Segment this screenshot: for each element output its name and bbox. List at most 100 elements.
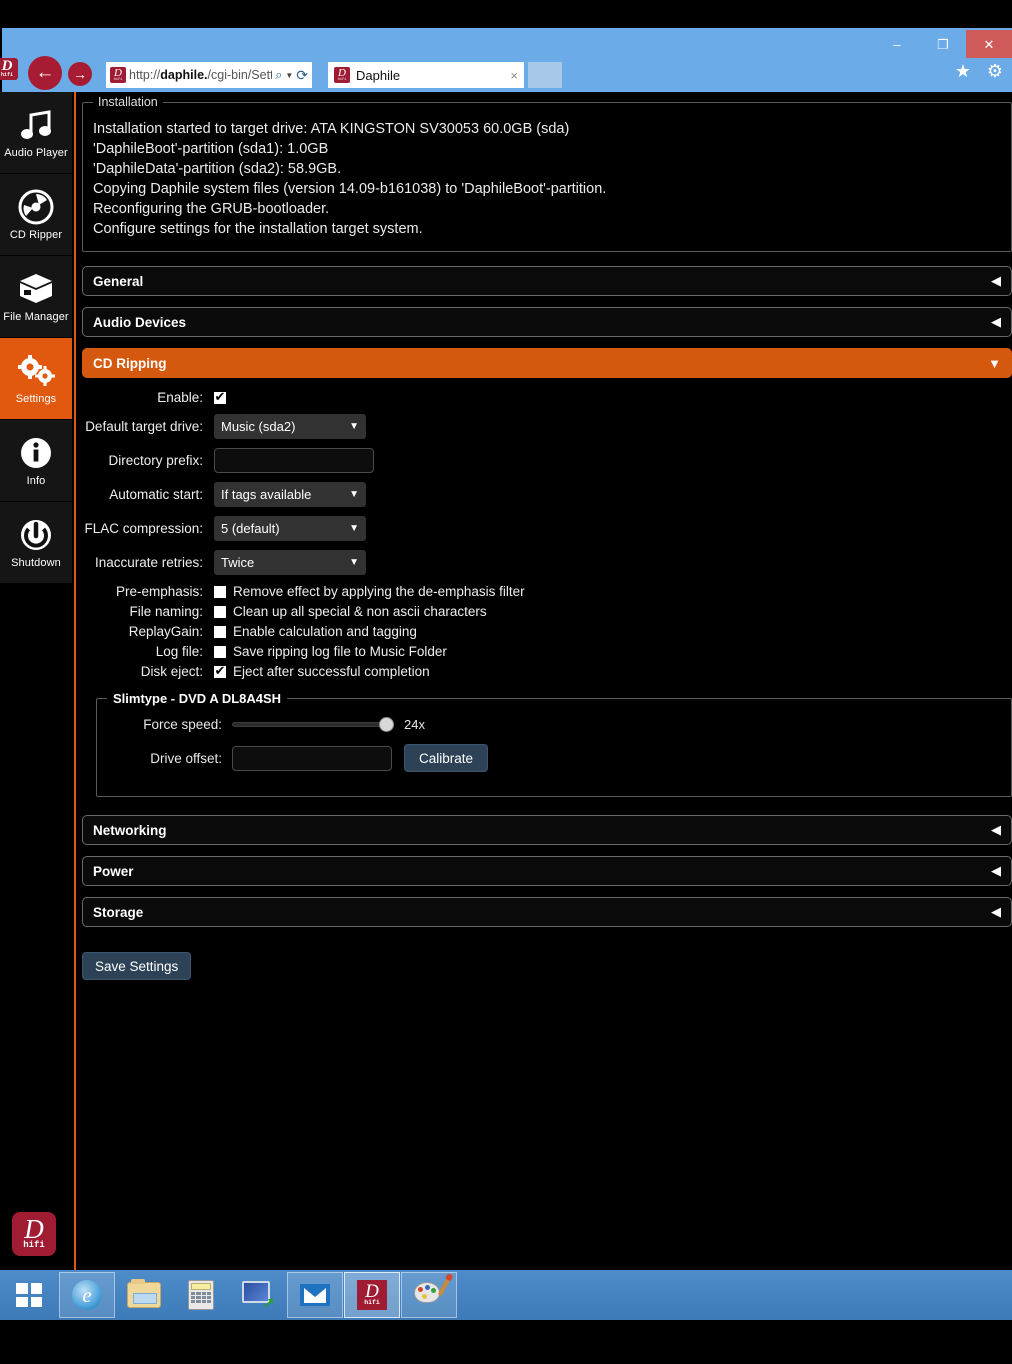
sidebar-item-info[interactable]: Info [0, 420, 72, 502]
installation-panel: Installation Installation started to tar… [82, 95, 1012, 252]
sidebar-item-label: Audio Player [4, 147, 68, 159]
sidebar-item-shutdown[interactable]: Shutdown [0, 502, 72, 584]
desktop-background [0, 1320, 1012, 1364]
replaygain-checkbox[interactable] [214, 625, 226, 638]
installation-line: Reconfiguring the GRUB-bootloader. [93, 201, 330, 217]
taskbar-internet-explorer[interactable]: e [59, 1272, 115, 1318]
restore-button[interactable]: ❐ [920, 30, 966, 58]
new-tab-button[interactable] [528, 62, 562, 88]
internet-explorer-icon: e [72, 1280, 102, 1310]
brand-letter: D [24, 1213, 44, 1244]
installation-line: 'DaphileBoot'-partition (sda1): 1.0GB [93, 141, 329, 157]
calibrate-button[interactable]: Calibrate [404, 744, 489, 772]
field-row-directory-prefix: Directory prefix: [82, 448, 1012, 473]
search-icon[interactable]: ⌕ [275, 67, 282, 83]
forward-arrow-icon: → [73, 66, 87, 82]
field-label: Log file: [155, 644, 203, 659]
inaccurate-retries-select[interactable]: Twice ▼ [214, 550, 366, 575]
force-speed-slider[interactable] [232, 714, 394, 734]
section-title: Networking [93, 822, 167, 838]
section-header-general[interactable]: General ◀ [82, 266, 1012, 296]
log-file-checkbox[interactable] [214, 645, 226, 658]
brand-sub: hifi [23, 1239, 45, 1250]
taskbar-daphile[interactable]: D hifi [344, 1272, 400, 1318]
disk-eject-checkbox[interactable] [214, 663, 226, 678]
close-button[interactable]: ✕ [966, 30, 1012, 58]
directory-prefix-input[interactable] [214, 448, 374, 473]
sidebar-item-label: Info [26, 475, 46, 487]
section-title: Storage [93, 904, 144, 920]
flac-compression-select[interactable]: 5 (default) ▼ [214, 516, 366, 541]
sidebar-accent-rule [74, 92, 76, 1270]
remote-desktop-icon: ➚ [242, 1281, 275, 1310]
mail-icon [300, 1284, 330, 1306]
calculator-icon [188, 1280, 214, 1310]
file-naming-checkbox[interactable] [214, 605, 226, 618]
sidebar-item-audio-player[interactable]: Audio Player [0, 92, 72, 174]
enable-checkbox[interactable] [214, 389, 226, 404]
box-icon [17, 270, 55, 308]
taskbar-file-explorer[interactable] [116, 1272, 172, 1318]
settings-page: Installation Installation started to tar… [82, 92, 1012, 1270]
chevron-down-icon[interactable]: ▼ [285, 71, 293, 80]
taskbar-remote-desktop[interactable]: ➚ [230, 1272, 286, 1318]
windows-logo-icon [16, 1283, 42, 1307]
section-header-storage[interactable]: Storage ◀ [82, 897, 1012, 927]
default-target-drive-select[interactable]: Music (sda2) ▼ [214, 414, 366, 439]
sidebar-item-cd-ripper[interactable]: CD Ripper [0, 174, 72, 256]
minimize-button[interactable]: – [874, 30, 920, 58]
section-title: Power [93, 863, 134, 879]
slider-track[interactable] [232, 721, 392, 727]
drive-offset-input[interactable] [232, 745, 392, 771]
checkbox-row-pre-emphasis: Pre-emphasis: Remove effect by applying … [82, 584, 1012, 599]
chevron-down-icon: ▼ [349, 489, 359, 500]
address-bar[interactable]: D hifi http://daphile./cgi-bin/Sett ⌕ ▼ … [106, 62, 312, 88]
sidebar-item-settings[interactable]: Settings [0, 338, 72, 420]
pre-emphasis-checkbox[interactable] [214, 585, 226, 598]
gear-icon[interactable]: ⚙ [984, 60, 1006, 82]
field-row-automatic-start: Automatic start: If tags available ▼ [82, 482, 1012, 507]
refresh-icon[interactable]: ⟳ [296, 67, 308, 84]
select-value: 5 (default) [221, 521, 280, 536]
automatic-start-select[interactable]: If tags available ▼ [214, 482, 366, 507]
sidebar-item-label: Shutdown [11, 557, 61, 569]
slider-thumb[interactable] [378, 717, 394, 732]
installation-line: Configure settings for the installation … [93, 221, 423, 237]
back-button[interactable]: ← [28, 56, 62, 90]
save-settings-button[interactable]: Save Settings [82, 952, 192, 980]
power-icon [19, 516, 53, 554]
section-header-audio-devices[interactable]: Audio Devices ◀ [82, 307, 1012, 337]
tab-favicon: D hifi [334, 67, 350, 83]
field-label: Directory prefix: [108, 453, 203, 468]
favorites-star-icon[interactable]: ★ [952, 60, 974, 82]
section-header-networking[interactable]: Networking ◀ [82, 815, 1012, 845]
section-header-power[interactable]: Power ◀ [82, 856, 1012, 886]
select-value: If tags available [221, 487, 312, 502]
taskbar-calculator[interactable] [173, 1272, 229, 1318]
tab-daphile[interactable]: D hifi Daphile × [328, 62, 524, 88]
chevron-left-icon: ◀ [991, 904, 1001, 919]
section-header-cd-ripping[interactable]: CD Ripping ▼ [82, 348, 1012, 378]
taskbar-paint[interactable] [401, 1272, 457, 1318]
field-row-flac-compression: FLAC compression: 5 (default) ▼ [82, 516, 1012, 541]
sidebar-item-label: File Manager [3, 311, 69, 323]
close-icon[interactable]: × [510, 68, 518, 83]
section-title: General [93, 273, 144, 289]
sidebar-item-file-manager[interactable]: File Manager [0, 256, 72, 338]
checkbox-label: Enable calculation and tagging [233, 624, 417, 639]
field-row-inaccurate-retries: Inaccurate retries: Twice ▼ [82, 550, 1012, 575]
url-path: /cgi-bin/Sett [207, 68, 273, 82]
checkbox-label: Clean up all special & non ascii charact… [233, 604, 487, 619]
taskbar-brand-sub: hifi [364, 1298, 380, 1306]
chevron-down-icon: ▼ [349, 557, 359, 568]
address-bar-url[interactable]: http://daphile./cgi-bin/Sett [129, 68, 272, 82]
start-button[interactable] [0, 1272, 58, 1318]
checkbox-label: Eject after successful completion [233, 664, 430, 679]
url-domain: daphile. [160, 68, 208, 82]
info-circle-icon [19, 434, 53, 472]
field-label: Drive offset: [150, 750, 222, 766]
taskbar-mail[interactable] [287, 1272, 343, 1318]
daphile-logo-letter: D [1, 58, 13, 74]
cd-ripping-body: Enable: Default target drive: Music (sda… [82, 378, 1012, 815]
forward-button[interactable]: → [68, 62, 92, 86]
